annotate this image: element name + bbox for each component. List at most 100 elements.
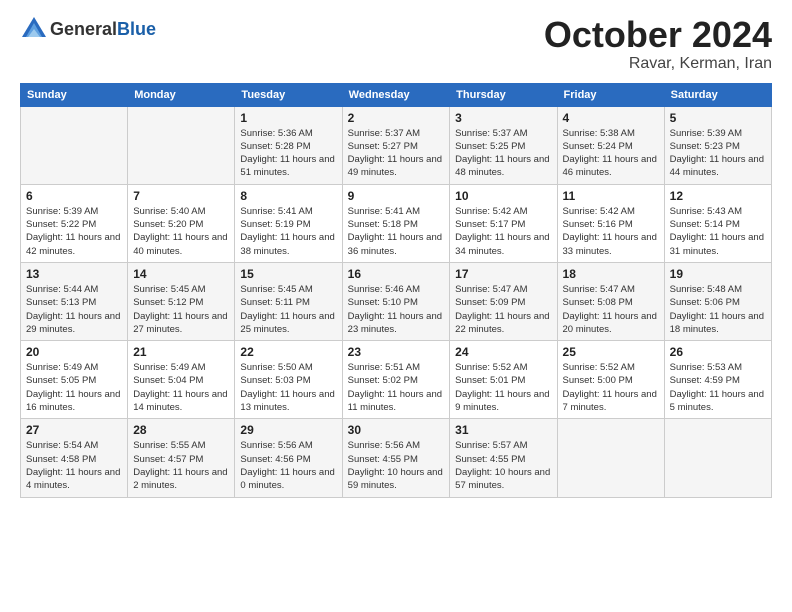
cell-w4-d4: 24 Sunrise: 5:52 AMSunset: 5:01 PMDayligh… xyxy=(450,341,557,419)
day-detail-2: Sunrise: 5:37 AMSunset: 5:27 PMDaylight:… xyxy=(348,127,445,180)
cell-w2-d6: 12Sunrise: 5:43 AMSunset: 5:14 PMDayligh… xyxy=(664,184,771,262)
day-num-24: 24 xyxy=(455,345,551,359)
logo: GeneralBlue xyxy=(20,15,156,43)
day-detail-16: Sunrise: 5:46 AMSunset: 5:10 PMDaylight:… xyxy=(348,283,445,336)
day-detail-21: Sunrise: 5:49 AMSunset: 5:04 PMDaylight:… xyxy=(133,361,229,414)
day-num-27: 27 xyxy=(26,423,122,437)
day-num-8: 8 xyxy=(240,189,336,203)
cell-w3-d2: 15 Sunrise: 5:45 AMSunset: 5:11 PMDayligh… xyxy=(235,262,342,340)
day-num-17: 17 xyxy=(455,267,551,281)
cell-w1-d2: 1 Sunrise: 5:36 AMSunset: 5:28 PMDaylight… xyxy=(235,106,342,184)
day-detail-18: Sunrise: 5:47 AMSunset: 5:08 PMDaylight:… xyxy=(563,283,659,336)
cell-w1-d3: 2Sunrise: 5:37 AMSunset: 5:27 PMDaylight… xyxy=(342,106,450,184)
cell-w1-d1 xyxy=(128,106,235,184)
col-sunday: Sunday xyxy=(21,83,128,106)
day-detail-7: Sunrise: 5:40 AMSunset: 5:20 PMDaylight:… xyxy=(133,205,229,258)
day-num-29: 29 xyxy=(240,423,336,437)
cell-w2-d4: 10Sunrise: 5:42 AMSunset: 5:17 PMDayligh… xyxy=(450,184,557,262)
day-num-18: 18 xyxy=(563,267,659,281)
col-wednesday: Wednesday xyxy=(342,83,450,106)
cell-w5-d1: 28Sunrise: 5:55 AMSunset: 4:57 PMDayligh… xyxy=(128,419,235,497)
cell-w3-d3: 16 Sunrise: 5:46 AMSunset: 5:10 PMDayligh… xyxy=(342,262,450,340)
cell-w2-d3: 9Sunrise: 5:41 AMSunset: 5:18 PMDaylight… xyxy=(342,184,450,262)
week-row-5: 27 Sunrise: 5:54 AMSunset: 4:58 PMDayligh… xyxy=(21,419,772,497)
logo-blue: Blue xyxy=(117,19,156,39)
col-tuesday: Tuesday xyxy=(235,83,342,106)
logo-general: General xyxy=(50,19,117,39)
location: Ravar, Kerman, Iran xyxy=(544,55,772,73)
cell-w2-d1: 7 Sunrise: 5:40 AMSunset: 5:20 PMDaylight… xyxy=(128,184,235,262)
col-monday: Monday xyxy=(128,83,235,106)
day-detail-17: Sunrise: 5:47 AMSunset: 5:09 PMDaylight:… xyxy=(455,283,551,336)
day-detail-8: Sunrise: 5:41 AMSunset: 5:19 PMDaylight:… xyxy=(240,205,336,258)
col-saturday: Saturday xyxy=(664,83,771,106)
day-num-14: 14 xyxy=(133,267,229,281)
day-num-26: 26 xyxy=(670,345,766,359)
header: GeneralBlue October 2024 Ravar, Kerman, … xyxy=(20,15,772,73)
day-detail-10: Sunrise: 5:42 AMSunset: 5:17 PMDaylight:… xyxy=(455,205,551,258)
cell-w5-d0: 27 Sunrise: 5:54 AMSunset: 4:58 PMDayligh… xyxy=(21,419,128,497)
day-detail-15: Sunrise: 5:45 AMSunset: 5:11 PMDaylight:… xyxy=(240,283,336,336)
cell-w2-d0: 6Sunrise: 5:39 AMSunset: 5:22 PMDaylight… xyxy=(21,184,128,262)
cell-w1-d0 xyxy=(21,106,128,184)
day-num-28: 28 xyxy=(133,423,229,437)
cell-w5-d2: 29 Sunrise: 5:56 AMSunset: 4:56 PMDayligh… xyxy=(235,419,342,497)
day-num-20: 20 xyxy=(26,345,122,359)
cell-w3-d6: 19 Sunrise: 5:48 AMSunset: 5:06 PMDayligh… xyxy=(664,262,771,340)
day-detail-27: Sunrise: 5:54 AMSunset: 4:58 PMDaylight:… xyxy=(26,439,122,492)
cell-w3-d0: 13Sunrise: 5:44 AMSunset: 5:13 PMDayligh… xyxy=(21,262,128,340)
cell-w4-d0: 20Sunrise: 5:49 AMSunset: 5:05 PMDayligh… xyxy=(21,341,128,419)
day-num-30: 30 xyxy=(348,423,445,437)
day-detail-24: Sunrise: 5:52 AMSunset: 5:01 PMDaylight:… xyxy=(455,361,551,414)
logo-icon xyxy=(20,15,48,43)
day-detail-30: Sunrise: 5:56 AMSunset: 4:55 PMDaylight:… xyxy=(348,439,445,492)
header-row: Sunday Monday Tuesday Wednesday Thursday… xyxy=(21,83,772,106)
day-detail-13: Sunrise: 5:44 AMSunset: 5:13 PMDaylight:… xyxy=(26,283,122,336)
day-detail-23: Sunrise: 5:51 AMSunset: 5:02 PMDaylight:… xyxy=(348,361,445,414)
day-detail-1: Sunrise: 5:36 AMSunset: 5:28 PMDaylight:… xyxy=(240,127,336,180)
cell-w4-d2: 22 Sunrise: 5:50 AMSunset: 5:03 PMDayligh… xyxy=(235,341,342,419)
day-num-22: 22 xyxy=(240,345,336,359)
day-num-1: 1 xyxy=(240,111,336,125)
week-row-3: 13Sunrise: 5:44 AMSunset: 5:13 PMDayligh… xyxy=(21,262,772,340)
day-detail-6: Sunrise: 5:39 AMSunset: 5:22 PMDaylight:… xyxy=(26,205,122,258)
day-num-11: 11 xyxy=(563,189,659,203)
day-num-19: 19 xyxy=(670,267,766,281)
calendar-table: Sunday Monday Tuesday Wednesday Thursday… xyxy=(20,83,772,498)
cell-w3-d4: 17 Sunrise: 5:47 AMSunset: 5:09 PMDayligh… xyxy=(450,262,557,340)
day-detail-25: Sunrise: 5:52 AMSunset: 5:00 PMDaylight:… xyxy=(563,361,659,414)
day-detail-12: Sunrise: 5:43 AMSunset: 5:14 PMDaylight:… xyxy=(670,205,766,258)
calendar-header: Sunday Monday Tuesday Wednesday Thursday… xyxy=(21,83,772,106)
cell-w3-d1: 14Sunrise: 5:45 AMSunset: 5:12 PMDayligh… xyxy=(128,262,235,340)
cell-w2-d2: 8 Sunrise: 5:41 AMSunset: 5:19 PMDaylight… xyxy=(235,184,342,262)
cell-w4-d6: 26Sunrise: 5:53 AMSunset: 4:59 PMDayligh… xyxy=(664,341,771,419)
day-num-7: 7 xyxy=(133,189,229,203)
day-num-3: 3 xyxy=(455,111,551,125)
day-num-4: 4 xyxy=(563,111,659,125)
cell-w1-d4: 3 Sunrise: 5:37 AMSunset: 5:25 PMDaylight… xyxy=(450,106,557,184)
day-detail-3: Sunrise: 5:37 AMSunset: 5:25 PMDaylight:… xyxy=(455,127,551,180)
col-friday: Friday xyxy=(557,83,664,106)
page: GeneralBlue October 2024 Ravar, Kerman, … xyxy=(0,0,792,508)
day-detail-4: Sunrise: 5:38 AMSunset: 5:24 PMDaylight:… xyxy=(563,127,659,180)
cell-w2-d5: 11 Sunrise: 5:42 AMSunset: 5:16 PMDayligh… xyxy=(557,184,664,262)
day-num-15: 15 xyxy=(240,267,336,281)
day-detail-29: Sunrise: 5:56 AMSunset: 4:56 PMDaylight:… xyxy=(240,439,336,492)
day-detail-19: Sunrise: 5:48 AMSunset: 5:06 PMDaylight:… xyxy=(670,283,766,336)
week-row-4: 20Sunrise: 5:49 AMSunset: 5:05 PMDayligh… xyxy=(21,341,772,419)
title-block: October 2024 Ravar, Kerman, Iran xyxy=(544,15,772,73)
day-num-5: 5 xyxy=(670,111,766,125)
day-num-25: 25 xyxy=(563,345,659,359)
month-title: October 2024 xyxy=(544,15,772,55)
day-num-23: 23 xyxy=(348,345,445,359)
day-detail-11: Sunrise: 5:42 AMSunset: 5:16 PMDaylight:… xyxy=(563,205,659,258)
day-detail-22: Sunrise: 5:50 AMSunset: 5:03 PMDaylight:… xyxy=(240,361,336,414)
col-thursday: Thursday xyxy=(450,83,557,106)
cell-w5-d6 xyxy=(664,419,771,497)
week-row-2: 6Sunrise: 5:39 AMSunset: 5:22 PMDaylight… xyxy=(21,184,772,262)
cell-w4-d3: 23 Sunrise: 5:51 AMSunset: 5:02 PMDayligh… xyxy=(342,341,450,419)
cell-w5-d3: 30 Sunrise: 5:56 AMSunset: 4:55 PMDayligh… xyxy=(342,419,450,497)
cell-w5-d4: 31Sunrise: 5:57 AMSunset: 4:55 PMDayligh… xyxy=(450,419,557,497)
week-row-1: 1 Sunrise: 5:36 AMSunset: 5:28 PMDaylight… xyxy=(21,106,772,184)
day-num-16: 16 xyxy=(348,267,445,281)
